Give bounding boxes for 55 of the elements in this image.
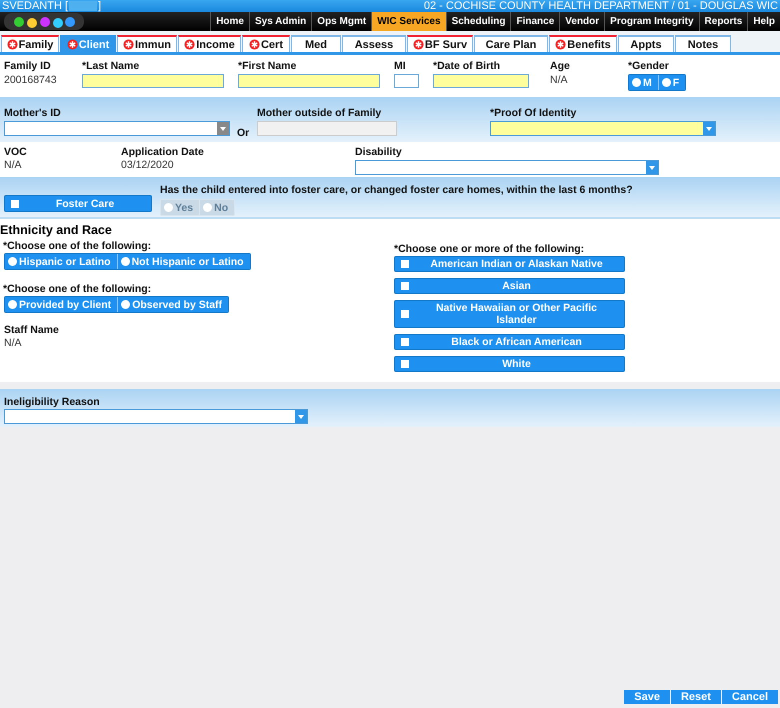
foster-care-question: Has the child entered into foster care, or changed foster care homes, within the last 6 months? [160, 184, 633, 196]
required-asterisk-icon [66, 39, 78, 50]
mothers-id-dropdown[interactable] [4, 121, 230, 136]
field-label: Mother outside of Family [257, 107, 382, 119]
first-name-field[interactable] [238, 74, 380, 88]
tab[interactable]: BF Surv [407, 35, 473, 52]
age-value: N/A [550, 74, 569, 86]
tab[interactable]: Income [178, 35, 241, 52]
field-label: Staff Name [4, 324, 60, 336]
required-asterisk-icon [122, 39, 134, 50]
date-of-birth-field[interactable] [433, 74, 529, 88]
tab[interactable]: Care Plan [474, 35, 548, 52]
tab[interactable]: Notes [675, 35, 731, 52]
field-label: *Date of Birth [433, 60, 502, 72]
application-date-value: 03/12/2020 [121, 159, 175, 171]
tab[interactable]: Benefits [549, 35, 617, 52]
or-label: Or [237, 127, 250, 139]
tab[interactable]: Immun [117, 35, 177, 52]
tab[interactable]: Cert [242, 35, 290, 52]
required-asterisk-icon [184, 39, 196, 50]
field-label: *Last Name [82, 60, 140, 72]
user-name: SVEDANTH [ ] [2, 0, 102, 12]
prompt-text: *Choose one or more of the following: [394, 243, 586, 255]
family-id-value: 200168743 [4, 74, 58, 86]
last-name-field[interactable] [82, 74, 224, 88]
proof-of-identity-dropdown[interactable] [490, 121, 716, 136]
field-label: *First Name [238, 60, 298, 72]
prompt-text: *Choose one of the following: [3, 240, 152, 252]
tab[interactable]: Assess [342, 35, 406, 52]
staff-name-value: N/A [4, 337, 23, 349]
middle-initial-field[interactable] [394, 74, 419, 88]
disability-dropdown[interactable] [355, 160, 659, 175]
field-label: Mother's ID [4, 107, 62, 119]
ineligibility-reason-dropdown[interactable] [4, 409, 308, 424]
field-label: MI [394, 60, 407, 72]
tab[interactable]: Family [1, 35, 59, 52]
field-label: Application Date [121, 146, 205, 158]
voc-value: N/A [4, 159, 23, 171]
required-asterisk-icon [6, 39, 18, 50]
field-label: Family ID [4, 60, 52, 72]
tab[interactable]: Med [291, 35, 341, 52]
field-label: VOC [4, 146, 28, 158]
required-asterisk-icon [412, 39, 424, 50]
field-label: Ineligibility Reason [4, 396, 100, 408]
field-label: Disability [355, 146, 403, 158]
prompt-text: *Choose one of the following: [3, 283, 152, 295]
field-label: *Gender [628, 60, 670, 72]
tab[interactable]: Appts [618, 35, 674, 52]
section-title: Ethnicity and Race [0, 223, 113, 237]
required-asterisk-icon [555, 39, 566, 50]
field-label: Age [550, 60, 571, 72]
menu-item[interactable]: WIC Services [371, 12, 446, 31]
location-title: 02 - COCHISE COUNTY HEALTH DEPARTMENT / 01 - DOUGLAS WIC [424, 0, 778, 12]
field-label: *Proof Of Identity [490, 107, 578, 119]
required-asterisk-icon [248, 39, 260, 50]
